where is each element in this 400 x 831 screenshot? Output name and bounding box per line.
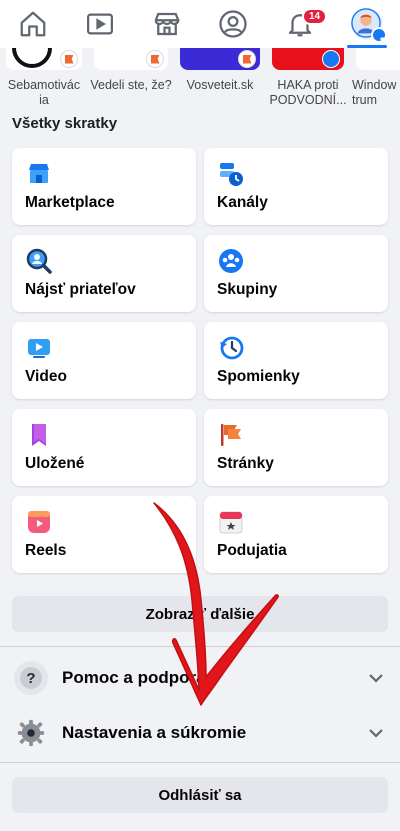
- story-item[interactable]: Sebamotivác ia: [0, 48, 88, 114]
- nav-watch[interactable]: [74, 0, 126, 48]
- pages-stories-row: Sebamotivác ia Vedeli ste, že? Vosveteit…: [0, 48, 400, 114]
- feeds-icon: [220, 163, 243, 186]
- shortcut-label: Stránky: [217, 455, 274, 472]
- divider: [0, 762, 400, 763]
- shortcut-label: Kanály: [217, 194, 268, 211]
- shortcuts-grid: Marketplace Kanály Nájsť priateľov Skupi…: [12, 148, 388, 573]
- logout-button[interactable]: Odhlásiť sa: [12, 777, 388, 813]
- video-icon: [86, 13, 113, 35]
- story-item[interactable]: Vosveteit.sk: [174, 48, 266, 114]
- settings-privacy-row[interactable]: Nastavenia a súkromie: [0, 707, 400, 759]
- events-icon: [219, 511, 243, 534]
- page-flag-icon: [146, 50, 164, 68]
- shortcut-find-friends[interactable]: Nájsť priateľov: [12, 235, 196, 312]
- profile-icon: [219, 10, 247, 38]
- nav-profile[interactable]: [207, 0, 259, 48]
- shortcut-memories[interactable]: Spomienky: [204, 322, 388, 399]
- shortcut-groups[interactable]: Skupiny: [204, 235, 388, 312]
- circle-logo-icon: [12, 48, 52, 68]
- divider: [0, 646, 400, 647]
- story-label: HAKA proti PODVODNÍ...: [269, 78, 347, 107]
- memories-icon: [220, 336, 244, 360]
- shortcut-feeds[interactable]: Kanály: [204, 148, 388, 225]
- avatar: [350, 8, 396, 51]
- story-label: Vedeli ste, že?: [90, 78, 172, 92]
- nav-menu[interactable]: [341, 0, 396, 51]
- shortcut-saved[interactable]: Uložené: [12, 409, 196, 486]
- story-thumbnail: [180, 48, 260, 70]
- shortcuts-title: Všetky skratky: [12, 115, 118, 132]
- nav-marketplace[interactable]: [141, 0, 193, 48]
- group-badge-icon: [322, 50, 340, 68]
- nav-home[interactable]: [7, 0, 59, 48]
- shortcut-events[interactable]: Podujatia: [204, 496, 388, 573]
- shortcut-label: Nájsť priateľov: [25, 281, 136, 298]
- shortcut-label: Spomienky: [217, 368, 300, 385]
- pages-icon: [221, 424, 241, 446]
- nav-notifications[interactable]: 14: [274, 0, 328, 48]
- svg-text:?: ?: [26, 670, 35, 687]
- story-thumbnail: [94, 48, 168, 70]
- help-icon: ?: [14, 661, 48, 695]
- chevron-down-icon: [369, 729, 383, 738]
- saved-icon: [32, 424, 46, 446]
- marketplace-icon: [29, 164, 49, 183]
- story-item[interactable]: HAKA proti PODVODNÍ...: [266, 48, 350, 114]
- chevron-down-icon: [369, 674, 383, 683]
- story-item[interactable]: Window trum: [350, 48, 400, 114]
- shortcut-label: Reels: [25, 542, 67, 559]
- help-support-row[interactable]: ? Pomoc a podpora: [0, 652, 400, 704]
- story-thumbnail: [356, 48, 400, 70]
- home-icon: [20, 11, 46, 37]
- page-flag-icon: [60, 50, 78, 68]
- shop-icon: [154, 12, 180, 36]
- shortcut-label: Uložené: [25, 455, 85, 472]
- top-navigation: 14: [0, 0, 400, 51]
- shortcut-reels[interactable]: Reels: [12, 496, 196, 573]
- groups-icon: [219, 249, 243, 273]
- reels-icon: [28, 511, 50, 533]
- story-thumbnail: [272, 48, 344, 70]
- notification-badge: 14: [301, 8, 328, 25]
- find-friends-icon: [26, 248, 52, 274]
- story-label: Vosveteit.sk: [186, 78, 254, 92]
- settings-label: Nastavenia a súkromie: [62, 723, 247, 742]
- story-label: Window trum: [352, 78, 397, 107]
- story-label: Sebamotivác ia: [7, 78, 81, 107]
- page-flag-icon: [238, 50, 256, 68]
- shortcut-label: Podujatia: [217, 542, 287, 559]
- shortcut-label: Skupiny: [217, 281, 278, 298]
- help-label: Pomoc a podpora: [62, 668, 206, 687]
- story-item[interactable]: Vedeli ste, že?: [88, 48, 174, 114]
- video-icon: [28, 339, 50, 358]
- shortcut-label: Video: [25, 368, 67, 385]
- shortcut-marketplace[interactable]: Marketplace: [12, 148, 196, 225]
- story-thumbnail: [6, 48, 82, 70]
- menu-lines-icon: [370, 27, 396, 51]
- show-more-button[interactable]: Zobraziť ďalšie: [12, 596, 388, 632]
- shortcut-video[interactable]: Video: [12, 322, 196, 399]
- gear-icon: [14, 716, 48, 750]
- shortcut-pages[interactable]: Stránky: [204, 409, 388, 486]
- shortcut-label: Marketplace: [25, 194, 115, 211]
